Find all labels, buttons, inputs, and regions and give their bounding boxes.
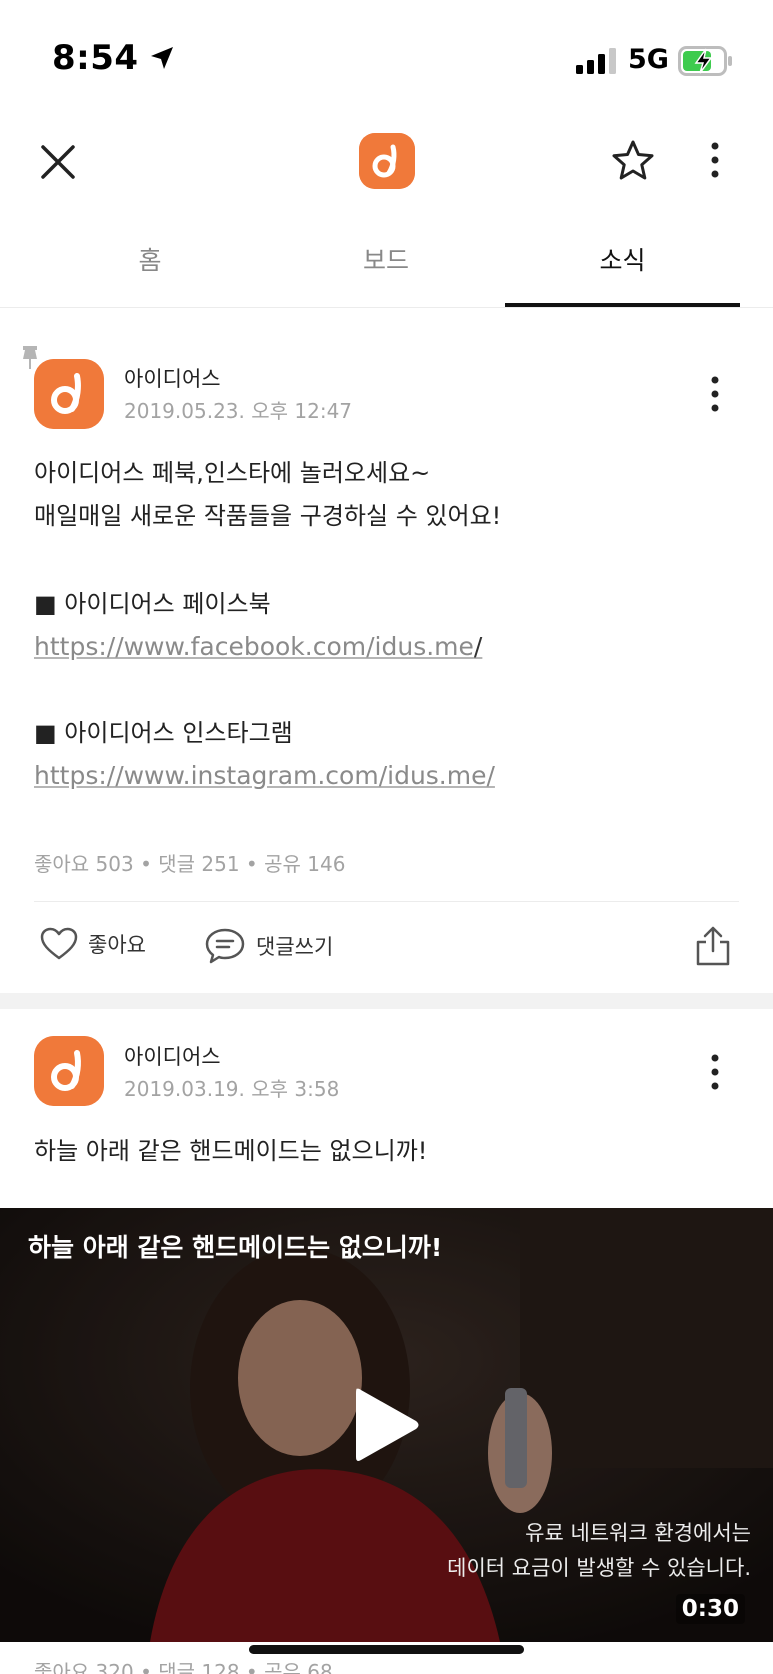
- section-heading: ■ 아이디어스 인스타그램: [34, 719, 293, 747]
- home-indicator: [249, 1645, 524, 1654]
- link-text[interactable]: https://www.instagram.com/idus.me/: [34, 761, 495, 790]
- network-type: 5G: [628, 44, 669, 75]
- more-vertical-icon[interactable]: [703, 1052, 727, 1092]
- like-button[interactable]: 좋아요: [40, 927, 146, 961]
- notice-line: 데이터 요금이 발생할 수 있습니다.: [447, 1556, 751, 1580]
- comment-button[interactable]: 댓글쓰기: [204, 927, 333, 965]
- battery-charging-icon: [678, 46, 732, 76]
- more-vertical-icon[interactable]: [703, 374, 727, 414]
- link-text[interactable]: https://www.facebook.com/idus.me: [34, 632, 474, 661]
- avatar[interactable]: [34, 1036, 104, 1106]
- post-body: 하늘 아래 같은 핸드메이드는 없으니까!: [34, 1137, 428, 1165]
- status-time: 8:54: [52, 38, 139, 78]
- comment-label: 댓글쓰기: [256, 935, 334, 959]
- post-author[interactable]: 아이디어스: [124, 363, 221, 393]
- location-arrow-icon: [151, 47, 173, 69]
- more-vertical-icon[interactable]: [703, 140, 727, 180]
- status-bar: 8:54 5G: [0, 0, 773, 120]
- play-icon[interactable]: [352, 1385, 422, 1465]
- share-icon[interactable]: [695, 926, 731, 966]
- instagram-link[interactable]: https://www.instagram.com/idus.me/: [34, 761, 495, 790]
- post-stats: 좋아요 503 • 댓글 251 • 공유 146: [34, 852, 346, 876]
- post-author[interactable]: 아이디어스: [124, 1041, 221, 1071]
- comment-icon: [205, 928, 245, 964]
- idus-logo: [359, 133, 415, 189]
- active-tab-indicator: [505, 303, 740, 307]
- close-icon[interactable]: [38, 142, 78, 182]
- video-duration: 0:30: [675, 1594, 745, 1624]
- heart-icon: [40, 927, 78, 960]
- section-divider: [0, 993, 773, 1009]
- link-suffix: /: [473, 632, 483, 661]
- star-icon[interactable]: [610, 138, 656, 184]
- post-stats: 좋아요 320 • 댓글 128 • 공유 68: [34, 1660, 333, 1674]
- cellular-signal-icon: [576, 48, 616, 74]
- post-date: 2019.05.23. 오후 12:47: [124, 399, 353, 423]
- tab-news[interactable]: 소식: [505, 222, 740, 308]
- notice-line: 유료 네트워크 환경에서는: [525, 1521, 751, 1545]
- post-body: 아이디어스 페북,인스타에 놀러오세요~ 매일매일 새로운 작품들을 구경하실 …: [34, 459, 502, 530]
- tab-home[interactable]: 홈: [30, 222, 270, 308]
- section-heading: ■ 아이디어스 페이스북: [34, 590, 271, 618]
- data-charge-notice: 유료 네트워크 환경에서는 데이터 요금이 발생할 수 있습니다.: [447, 1516, 751, 1586]
- like-label: 좋아요: [88, 933, 146, 957]
- tab-board[interactable]: 보드: [266, 222, 506, 308]
- video-title: 하늘 아래 같은 핸드메이드는 없으니까!: [28, 1233, 443, 1262]
- tab-bar: 홈 보드 소식: [0, 222, 773, 308]
- facebook-link[interactable]: https://www.facebook.com/idus.me/: [34, 632, 482, 661]
- post-date: 2019.03.19. 오후 3:58: [124, 1077, 340, 1101]
- divider: [34, 901, 739, 902]
- video-player[interactable]: 하늘 아래 같은 핸드메이드는 없으니까! 유료 네트워크 환경에서는 데이터 …: [0, 1208, 773, 1642]
- avatar[interactable]: [34, 359, 104, 429]
- nav-header: [0, 120, 773, 220]
